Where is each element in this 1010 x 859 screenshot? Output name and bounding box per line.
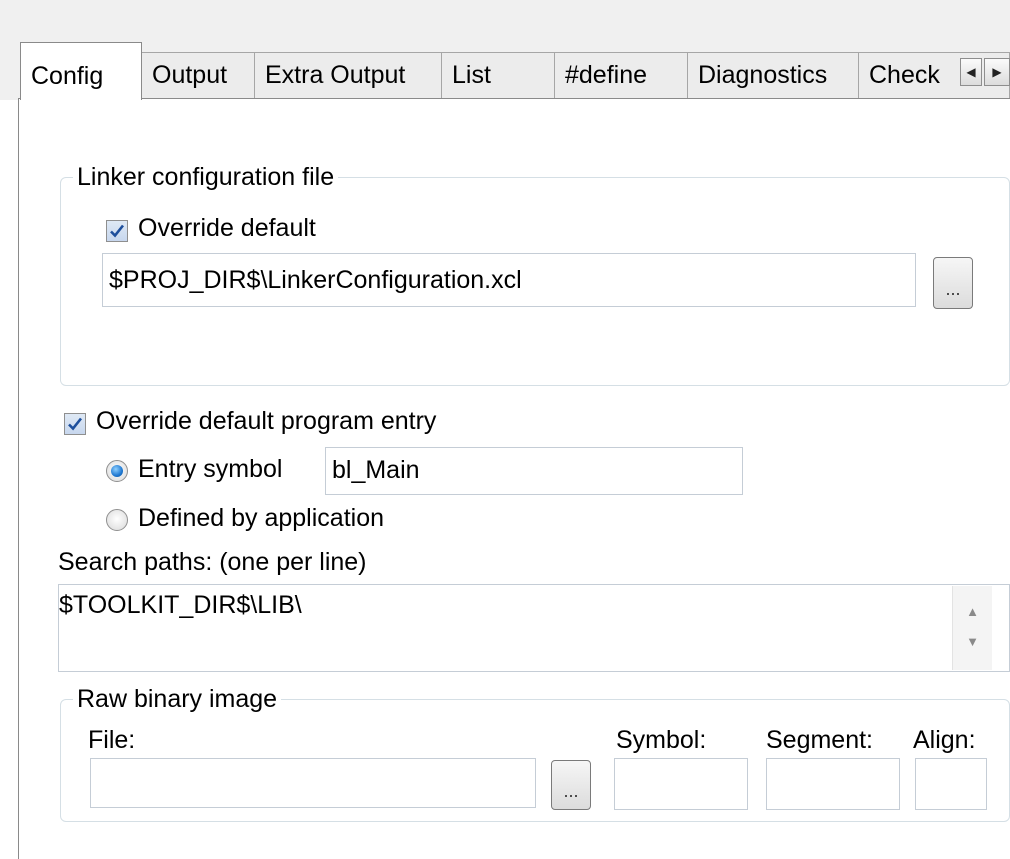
linker-config-browse-button[interactable]: ... (933, 257, 973, 309)
tab-list[interactable]: List (441, 52, 555, 98)
scroll-down-icon[interactable]: ▼ (953, 634, 992, 649)
override-default-label: Override default (138, 214, 316, 242)
raw-binary-file-input[interactable] (90, 758, 536, 808)
raw-binary-symbol-input[interactable] (614, 758, 748, 810)
search-paths-value: $TOOLKIT_DIR$\LIB\ (59, 591, 302, 619)
override-default-checkbox[interactable] (106, 220, 128, 242)
raw-binary-align-input[interactable] (915, 758, 987, 810)
tab-label: Diagnostics (698, 61, 828, 89)
defined-by-application-label: Defined by application (138, 504, 384, 532)
scroll-up-icon[interactable]: ▲ (953, 604, 992, 619)
tab-diagnostics[interactable]: Diagnostics (687, 52, 859, 98)
override-program-entry-label: Override default program entry (96, 407, 437, 435)
tab-extra-output[interactable]: Extra Output (254, 52, 442, 98)
raw-binary-symbol-label: Symbol: (616, 726, 707, 754)
defined-by-application-radio[interactable] (106, 509, 128, 531)
tab-scroll-right-button[interactable]: ▶ (984, 58, 1010, 86)
chevron-right-icon: ▶ (992, 65, 1002, 79)
search-paths-label: Search paths: (one per line) (58, 548, 367, 576)
tab-label: #define (565, 61, 648, 89)
override-program-entry-checkbox[interactable] (64, 413, 86, 435)
chevron-left-icon: ◀ (966, 65, 976, 79)
linker-config-path-input[interactable]: $PROJ_DIR$\LinkerConfiguration.xcl (102, 253, 916, 307)
tab-label: Check (869, 61, 940, 89)
tab-label: Config (31, 62, 104, 90)
window-top-strip (0, 0, 1010, 38)
entry-symbol-label: Entry symbol (138, 455, 283, 483)
checkmark-icon (110, 224, 125, 238)
tab-label: List (452, 61, 491, 89)
linker-config-legend: Linker configuration file (77, 163, 335, 191)
tab-config[interactable]: Config (20, 42, 142, 100)
tab-label: Output (152, 61, 228, 89)
raw-binary-browse-button[interactable]: ... (551, 760, 591, 810)
search-paths-textarea[interactable]: $TOOLKIT_DIR$\LIB\ (58, 584, 1010, 672)
search-paths-scrollbar[interactable]: ▲ ▼ (952, 586, 992, 670)
entry-symbol-input[interactable]: bl_Main (325, 447, 743, 495)
tab-define[interactable]: #define (554, 52, 688, 98)
tab-scroll-left-button[interactable]: ◀ (960, 58, 982, 86)
raw-binary-align-label: Align: (913, 726, 976, 754)
checkmark-icon (68, 417, 83, 431)
raw-binary-legend: Raw binary image (77, 685, 278, 713)
raw-binary-segment-label: Segment: (766, 726, 874, 754)
raw-binary-file-label: File: (88, 726, 136, 754)
raw-binary-segment-input[interactable] (766, 758, 900, 810)
entry-symbol-radio[interactable] (106, 460, 128, 482)
tab-output[interactable]: Output (141, 52, 255, 98)
tab-label: Extra Output (265, 61, 406, 89)
